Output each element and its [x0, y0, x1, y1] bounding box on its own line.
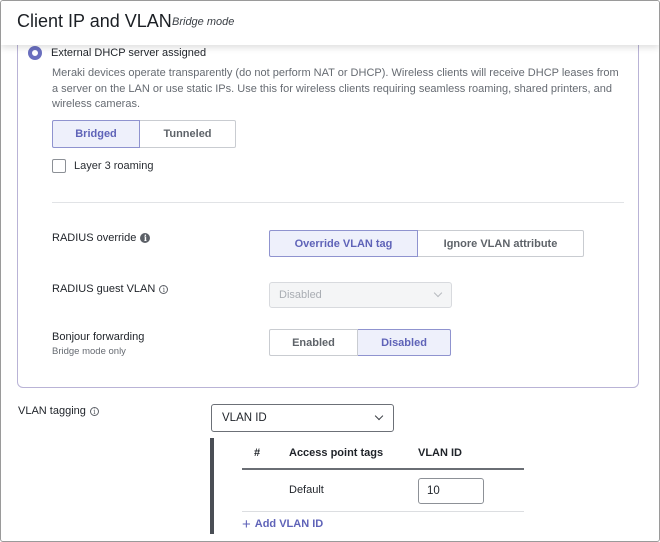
override-vlan-tag-button[interactable]: Override VLAN tag: [269, 230, 418, 257]
add-vlan-id-link[interactable]: + Add VLAN ID: [242, 515, 324, 533]
section-divider: [52, 202, 624, 203]
window-frame: Client IP and VLAN Bridge mode External …: [0, 0, 660, 542]
bonjour-forwarding-label: Bonjour forwarding: [52, 331, 145, 343]
vlan-table-indent-bar: [210, 438, 214, 534]
radius-guest-vlan-row-label: RADIUS guest VLAN i: [52, 283, 169, 295]
external-dhcp-label: External DHCP server assigned: [51, 47, 207, 59]
radius-override-label: RADIUS override: [52, 232, 137, 244]
add-vlan-id-label: Add VLAN ID: [254, 518, 324, 530]
radius-guest-vlan-label: RADIUS guest VLAN: [52, 283, 156, 295]
enabled-button[interactable]: Enabled: [269, 329, 358, 356]
vlan-tagging-row-label: VLAN tagging i: [18, 405, 99, 417]
chevron-down-icon: [433, 288, 443, 298]
bonjour-forwarding-toggle: Enabled Disabled: [269, 329, 451, 356]
table-header-divider: [242, 468, 524, 470]
info-icon[interactable]: i: [159, 284, 169, 294]
chevron-down-icon: [374, 411, 384, 421]
table-row-tags-cell: Default: [289, 484, 324, 496]
radius-guest-vlan-select: Disabled: [269, 282, 452, 308]
column-header-number: #: [254, 447, 261, 459]
plus-icon: +: [242, 515, 251, 533]
layer3-roaming-label: Layer 3 roaming: [74, 160, 154, 172]
disabled-button[interactable]: Disabled: [358, 329, 451, 356]
page-subtitle: Bridge mode: [172, 16, 235, 28]
vlan-id-input[interactable]: 10: [418, 478, 484, 504]
external-dhcp-description: Meraki devices operate transparently (do…: [52, 67, 619, 110]
vlan-tagging-value: VLAN ID: [222, 412, 267, 424]
column-header-access-point-tags: Access point tags: [289, 447, 384, 459]
bonjour-forwarding-hint: Bridge mode only: [52, 346, 126, 357]
bridged-button[interactable]: Bridged: [52, 120, 140, 148]
layer3-roaming-checkbox[interactable]: [52, 159, 66, 173]
page-title: Client IP and VLAN: [17, 11, 172, 31]
radius-override-toggle: Override VLAN tag Ignore VLAN attribute: [269, 230, 584, 257]
vlan-id-input-value: 10: [427, 485, 440, 497]
vlan-tagging-label: VLAN tagging: [18, 405, 86, 417]
tunneled-button[interactable]: Tunneled: [140, 120, 236, 148]
external-dhcp-radio[interactable]: [28, 46, 42, 60]
vlan-tagging-select[interactable]: VLAN ID: [211, 404, 394, 432]
ignore-vlan-attribute-button[interactable]: Ignore VLAN attribute: [418, 230, 584, 257]
info-icon[interactable]: i: [89, 406, 99, 416]
table-row-divider: [242, 511, 524, 512]
radius-guest-vlan-value: Disabled: [279, 289, 322, 301]
info-icon[interactable]: i: [140, 233, 151, 243]
section-header: Client IP and VLAN Bridge mode: [1, 1, 659, 45]
radius-override-row-label: RADIUS override i: [52, 232, 151, 244]
bridged-tunneled-toggle: Bridged Tunneled: [52, 120, 236, 148]
column-header-vlan-id: VLAN ID: [418, 447, 462, 459]
